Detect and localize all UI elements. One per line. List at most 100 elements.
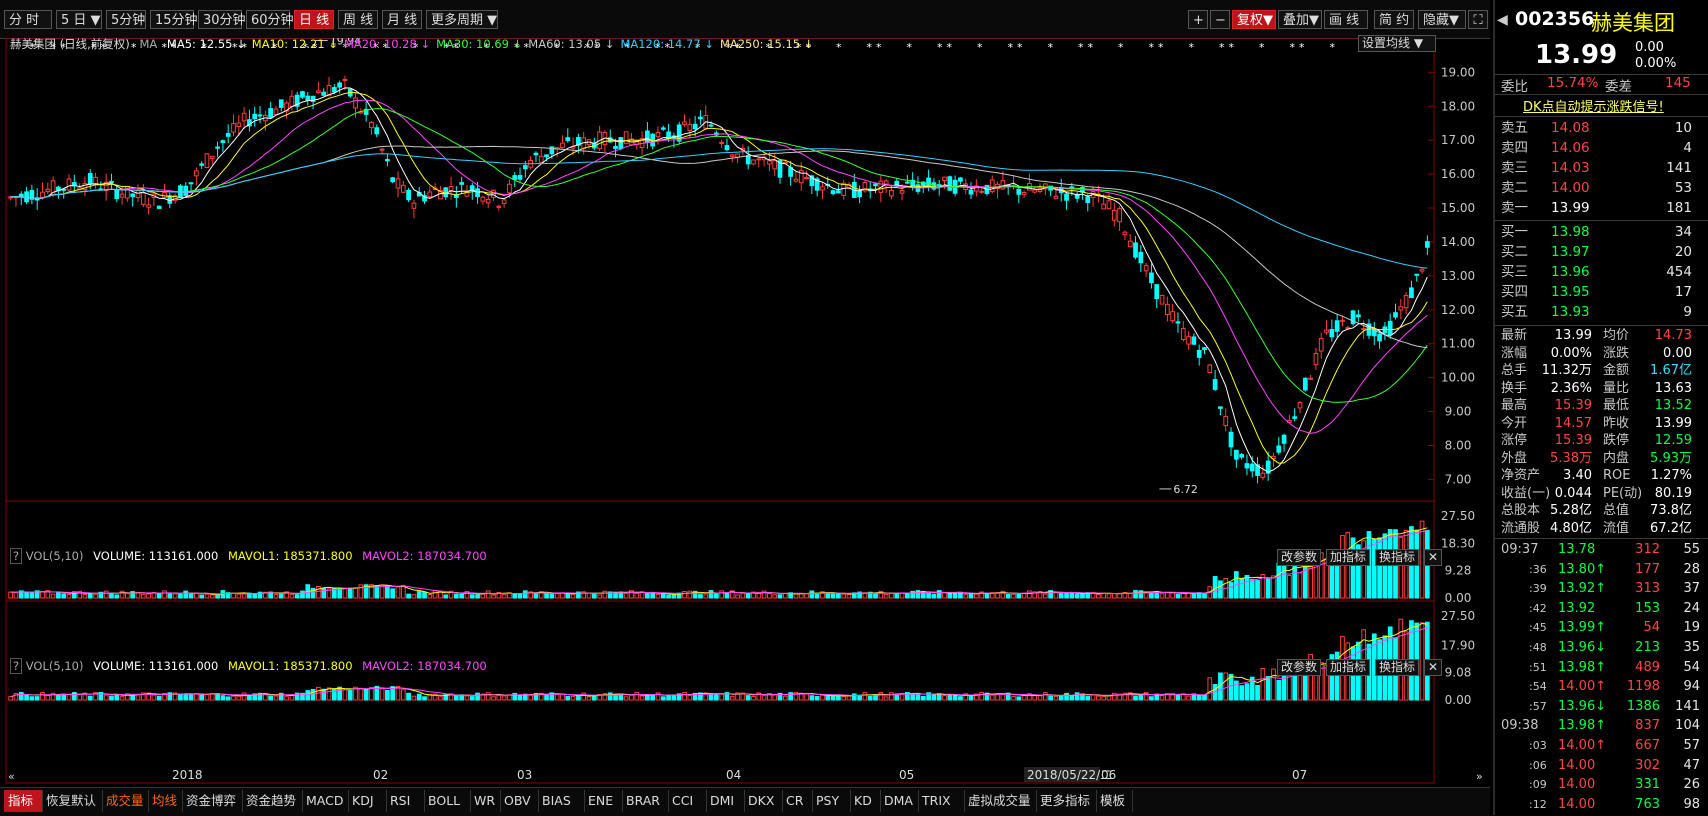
indicator-tab[interactable]: 成交量 bbox=[102, 790, 149, 812]
switch-indicator-button[interactable]: 换指标 bbox=[1375, 549, 1420, 566]
event-marker[interactable]: * bbox=[1189, 41, 1195, 54]
hide-button[interactable]: 隐藏▼ bbox=[1418, 10, 1466, 29]
indicator-tab[interactable]: CCI bbox=[668, 790, 707, 812]
chevron-left-icon[interactable]: ◀ bbox=[1497, 12, 1508, 28]
indicator-tab[interactable]: DKX bbox=[744, 790, 783, 812]
volume-bar bbox=[1005, 593, 1011, 599]
indicator-tab[interactable]: PSY bbox=[812, 790, 851, 812]
indicator-tab[interactable]: 均线 bbox=[148, 790, 183, 812]
period-button-30min[interactable]: 30分钟 bbox=[198, 10, 246, 29]
event-marker[interactable]: * bbox=[977, 41, 983, 54]
period-button-fenshi[interactable]: 分 时 bbox=[4, 10, 52, 29]
candle-body bbox=[400, 184, 406, 193]
indicator-tab[interactable]: ENE bbox=[584, 790, 623, 812]
event-marker[interactable]: * bbox=[836, 41, 842, 54]
event-marker[interactable]: * bbox=[907, 41, 913, 54]
help-icon[interactable]: ? bbox=[10, 548, 23, 564]
event-marker[interactable]: * bbox=[1048, 41, 1054, 54]
period-button-daily[interactable]: 日 线 bbox=[294, 10, 334, 29]
indicator-tab[interactable]: WR bbox=[470, 790, 501, 812]
event-marker[interactable]: * bbox=[937, 41, 943, 54]
event-marker[interactable]: * bbox=[1290, 41, 1296, 54]
event-marker[interactable]: * bbox=[1008, 41, 1014, 54]
fullscreen-icon[interactable]: ⛶ bbox=[1468, 10, 1488, 29]
y-tick-label: 10.00 bbox=[1441, 371, 1475, 385]
indicator-tab[interactable]: KD bbox=[850, 790, 881, 812]
kline-chart[interactable]: 19.00 18.00 17.00 16.00 15.00 14.00 13.00 12.00… bbox=[0, 38, 1490, 787]
event-marker[interactable]: * bbox=[1088, 41, 1094, 54]
indicator-tab[interactable]: 模板 bbox=[1096, 790, 1133, 812]
volume-bar bbox=[666, 695, 671, 701]
volume-bar bbox=[321, 587, 327, 599]
volume-bar bbox=[443, 594, 449, 599]
indicator-tab[interactable]: BIAS bbox=[538, 790, 585, 812]
indicator-tab[interactable]: 指标 bbox=[4, 790, 43, 812]
period-button-60min[interactable]: 60分钟 bbox=[246, 10, 294, 29]
period-button-5min[interactable]: 5分钟 bbox=[106, 10, 146, 29]
change-params-button[interactable]: 改参数 bbox=[1277, 549, 1322, 566]
switch-indicator-button[interactable]: 换指标 bbox=[1375, 659, 1420, 676]
indicator-tab[interactable]: CR bbox=[782, 790, 813, 812]
indicator-tab[interactable]: DMA bbox=[880, 790, 919, 812]
indicator-tab[interactable]: OBV bbox=[500, 790, 539, 812]
indicator-tab[interactable]: DMI bbox=[706, 790, 745, 812]
event-marker[interactable]: * bbox=[1219, 41, 1225, 54]
tick-count: 19 bbox=[1683, 620, 1700, 636]
indicator-tab[interactable]: 虚拟成交量 bbox=[964, 790, 1037, 812]
add-indicator-button[interactable]: 加指标 bbox=[1326, 549, 1371, 566]
scroll-left-icon[interactable]: « bbox=[8, 770, 15, 783]
period-button-5day[interactable]: 5 日 ▼ bbox=[56, 10, 102, 29]
ma-settings-button[interactable]: 设置均线 ▼ bbox=[1358, 35, 1436, 52]
help-icon[interactable]: ? bbox=[10, 658, 23, 674]
event-marker[interactable]: * bbox=[1158, 41, 1164, 54]
event-marker[interactable]: * bbox=[1149, 41, 1155, 54]
draw-line-button[interactable]: 画 线 bbox=[1324, 10, 1368, 29]
event-marker[interactable]: * bbox=[867, 41, 873, 54]
period-button-monthly[interactable]: 月 线 bbox=[382, 10, 422, 29]
close-icon[interactable]: ✕ bbox=[1424, 549, 1442, 566]
simple-mode-button[interactable]: 简 约 bbox=[1374, 10, 1414, 29]
period-button-15min[interactable]: 15分钟 bbox=[150, 10, 198, 29]
event-marker[interactable]: * bbox=[1118, 41, 1124, 54]
volume-bar bbox=[485, 692, 491, 701]
tick-row: 09:38 13.98↑ 837 104 bbox=[1495, 716, 1700, 736]
indicator-tab[interactable]: TRIX bbox=[918, 790, 965, 812]
dk-signal-link[interactable]: DK点自动提示涨跌信号! bbox=[1523, 96, 1664, 115]
event-marker[interactable]: * bbox=[876, 41, 882, 54]
candle-body bbox=[1297, 402, 1303, 409]
volume-bar bbox=[347, 587, 353, 599]
indicator-tab[interactable]: BRAR bbox=[622, 790, 669, 812]
indicator-tab[interactable]: MACD bbox=[302, 790, 349, 812]
event-marker[interactable]: * bbox=[1017, 41, 1023, 54]
indicator-tab[interactable]: 资金博弈 bbox=[182, 790, 243, 812]
event-marker[interactable]: * bbox=[1330, 41, 1336, 54]
change-params-button[interactable]: 改参数 bbox=[1277, 659, 1322, 676]
event-marker[interactable]: * bbox=[1299, 41, 1305, 54]
tick-volume: 763 bbox=[1635, 796, 1660, 812]
scroll-right-icon[interactable]: » bbox=[1476, 770, 1483, 783]
volume-bar bbox=[836, 593, 841, 599]
indicator-tab[interactable]: 恢复默认 bbox=[42, 790, 103, 812]
close-icon[interactable]: ✕ bbox=[1424, 659, 1442, 676]
indicator-tab[interactable]: 资金趋势 bbox=[242, 790, 303, 812]
volume-bar bbox=[422, 696, 427, 701]
event-marker[interactable]: * bbox=[1259, 41, 1265, 54]
mavol1-value: MAVOL1: 185371.800 bbox=[227, 549, 353, 563]
event-marker[interactable]: * bbox=[1078, 41, 1084, 54]
add-indicator-button[interactable]: 加指标 bbox=[1326, 659, 1371, 676]
zoom-in-button[interactable]: + bbox=[1188, 10, 1208, 29]
event-marker[interactable]: * bbox=[947, 41, 953, 54]
event-marker[interactable]: * bbox=[1229, 41, 1235, 54]
indicator-tab[interactable]: 更多指标 bbox=[1036, 790, 1097, 812]
candle-body bbox=[395, 178, 401, 189]
indicator-tab[interactable]: KDJ bbox=[348, 790, 387, 812]
indicator-tab[interactable]: RSI bbox=[386, 790, 425, 812]
fuquan-button[interactable]: 复权▼ bbox=[1232, 10, 1276, 29]
indicator-tab[interactable]: BOLL bbox=[424, 790, 471, 812]
period-button-more[interactable]: 更多周期 ▼ bbox=[426, 10, 498, 29]
period-button-weekly[interactable]: 周 线 bbox=[338, 10, 378, 29]
zoom-out-button[interactable]: − bbox=[1210, 10, 1230, 29]
candle-body bbox=[905, 181, 910, 184]
overlay-button[interactable]: 叠加▼ bbox=[1278, 10, 1322, 29]
candle-body bbox=[1281, 434, 1287, 444]
